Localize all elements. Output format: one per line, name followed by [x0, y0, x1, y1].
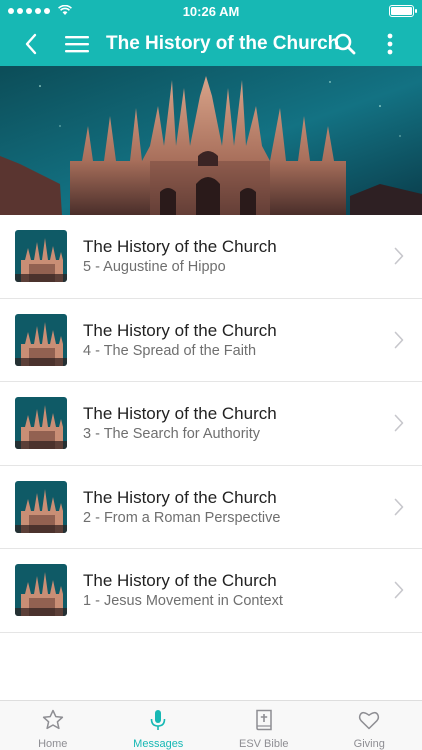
message-title: The History of the Church [83, 237, 277, 256]
hamburger-menu-icon [65, 36, 89, 53]
chevron-right-icon [394, 581, 404, 599]
sermon-thumbnail [15, 564, 67, 616]
status-bar: 10:26 AM [0, 0, 422, 22]
message-title: The History of the Church [83, 404, 277, 423]
tab-esv-bible[interactable]: ESV Bible [211, 701, 317, 750]
message-subtitle: 3 - The Search for Authority [83, 426, 261, 442]
cathedral-image [0, 66, 422, 215]
star-icon [42, 709, 63, 730]
message-subtitle: 5 - Augustine of Hippo [83, 259, 226, 275]
sermon-thumbnail-image [15, 313, 67, 366]
chevron-right-icon [394, 498, 404, 515]
heart-icon [359, 711, 380, 730]
tab-giving-label: Giving [353, 738, 385, 750]
sermon-thumbnail [15, 397, 67, 449]
sermon-thumbnail-image [15, 564, 67, 616]
message-subtitle: 2 - From a Roman Perspective [83, 509, 281, 526]
more-options-button[interactable] [380, 22, 400, 66]
tab-giving[interactable]: Giving [317, 701, 422, 750]
page-title: The History of the Church [106, 33, 340, 54]
sermon-thumbnail [15, 230, 67, 282]
tab-messages-label: Messages [133, 738, 184, 750]
search-icon [334, 33, 356, 55]
message-list-item[interactable]: The History of the Church 3 - The Search … [0, 382, 422, 466]
menu-button[interactable] [62, 22, 92, 66]
sermon-thumbnail-image [15, 480, 67, 533]
tab-bar: Home Messages ESV Bible Giving [0, 700, 422, 750]
tab-home-label: Home [38, 738, 68, 750]
battery-level [391, 7, 412, 15]
back-button[interactable] [14, 22, 48, 66]
message-title: The History of the Church [83, 320, 277, 340]
sermon-thumbnail [15, 480, 67, 533]
chevron-right-icon [394, 414, 404, 432]
tab-esv-bible-label: ESV Bible [238, 738, 289, 750]
sermon-thumbnail-image [15, 230, 67, 282]
chevron-left-icon [25, 33, 37, 55]
sermon-thumbnail-image [15, 397, 67, 449]
message-list-item[interactable]: The History of the Church 4 - The Spread … [0, 298, 422, 382]
sermon-thumbnail [15, 313, 67, 366]
message-subtitle: 1 - Jesus Movement in Context [83, 593, 283, 609]
series-banner-image [0, 66, 422, 215]
more-vertical-icon [387, 33, 393, 55]
tab-messages[interactable]: Messages [106, 701, 212, 750]
tab-home[interactable]: Home [0, 701, 106, 750]
message-title: The History of the Church [83, 487, 277, 507]
chevron-right-icon [394, 247, 404, 265]
message-list-item[interactable]: The History of the Church 1 - Jesus Movem… [0, 549, 422, 633]
message-list-item[interactable]: The History of the Church 5 - Augustine o… [0, 215, 422, 299]
microphone-icon [150, 710, 166, 730]
search-button[interactable] [332, 22, 358, 66]
message-list-item[interactable]: The History of the Church 2 - From a Roma… [0, 465, 422, 549]
message-list: The History of the Church 5 - Augustine o… [0, 215, 422, 633]
navigation-bar: The History of the Church [0, 22, 422, 66]
battery-icon [389, 5, 417, 17]
chevron-right-icon [394, 331, 404, 348]
message-title: The History of the Church [83, 571, 277, 590]
message-subtitle: 4 - The Spread of the Faith [83, 342, 257, 359]
status-time: 10:26 AM [182, 4, 240, 19]
bible-icon [256, 709, 272, 731]
